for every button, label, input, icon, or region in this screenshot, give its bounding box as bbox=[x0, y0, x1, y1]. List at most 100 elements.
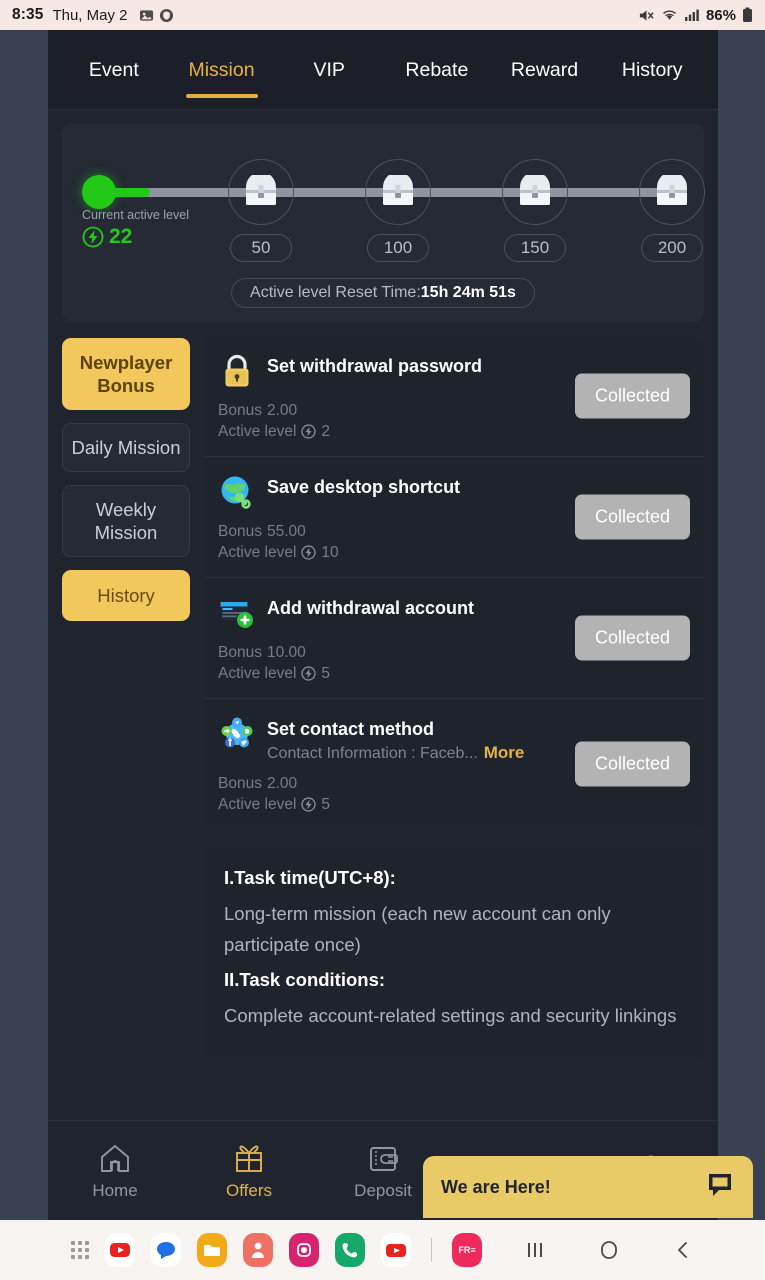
mission-icon-wrap bbox=[218, 594, 256, 632]
instagram-icon[interactable] bbox=[289, 1233, 319, 1267]
lightning-bolt-icon bbox=[301, 666, 317, 681]
collect-button[interactable]: Collected bbox=[574, 741, 690, 787]
status-time: 8:35 bbox=[12, 6, 44, 23]
treasure-chest-icon bbox=[520, 175, 550, 205]
milestone-value: 100 bbox=[367, 234, 429, 262]
current-level-block: Current active level 22 bbox=[82, 208, 189, 249]
bonus-label: Bonus bbox=[218, 644, 262, 661]
milestone-50[interactable]: 50 bbox=[228, 159, 294, 262]
status-right: 86% bbox=[638, 7, 753, 24]
contacts-icon[interactable] bbox=[243, 1233, 273, 1267]
back-button[interactable] bbox=[672, 1239, 694, 1261]
nav-offers[interactable]: Offers bbox=[182, 1140, 316, 1201]
chat-widget-text: We are Here! bbox=[441, 1176, 551, 1197]
sidebar-item-newplayer-bonus[interactable]: Newplayer Bonus bbox=[62, 338, 190, 410]
mission-content-row: Newplayer Bonus Daily Mission Weekly Mis… bbox=[62, 336, 704, 829]
milestone-value: 50 bbox=[230, 234, 292, 262]
home-button[interactable] bbox=[598, 1239, 620, 1261]
sidebar-item-weekly-mission[interactable]: Weekly Mission bbox=[62, 485, 190, 557]
nav-home[interactable]: Home bbox=[48, 1140, 182, 1201]
sidebar-item-history[interactable]: History bbox=[62, 570, 190, 621]
tab-reward[interactable]: Reward bbox=[491, 30, 599, 110]
battery-icon bbox=[743, 7, 752, 22]
current-level-value-row: 22 bbox=[82, 225, 189, 249]
task-conditions-heading: II.Task conditions: bbox=[224, 969, 386, 990]
treasure-chest-icon bbox=[657, 175, 687, 205]
status-notification-icons bbox=[139, 8, 174, 23]
sidebar-item-daily-mission[interactable]: Daily Mission bbox=[62, 423, 190, 472]
top-tab-bar: Event Mission VIP Rebate Reward History bbox=[48, 30, 718, 110]
phone-icon[interactable] bbox=[335, 1233, 365, 1267]
apps-grid-icon[interactable] bbox=[71, 1241, 89, 1259]
mute-icon bbox=[639, 9, 654, 21]
task-description-panel: I.Task time(UTC+8): Long-term mission (e… bbox=[204, 843, 704, 1062]
task-time-text: Long-term mission (each new account can … bbox=[224, 903, 611, 955]
level-label: Active level bbox=[218, 423, 297, 440]
youtube-icon[interactable] bbox=[381, 1233, 411, 1267]
mission-level-line: Active level 5 bbox=[218, 794, 690, 815]
free-icon[interactable]: FR≡ bbox=[452, 1233, 482, 1267]
lock-icon bbox=[225, 354, 249, 387]
collect-button[interactable]: Collected bbox=[574, 373, 690, 419]
level-label: Active level bbox=[218, 665, 297, 682]
milestone-200[interactable]: 200 bbox=[639, 159, 705, 262]
phone-screen: 8:35 Thu, May 2 86% Event Mission VIP Re… bbox=[0, 0, 765, 1280]
lightning-bolt-icon bbox=[301, 797, 317, 812]
current-level-label: Current active level bbox=[82, 208, 189, 222]
tab-mission[interactable]: Mission bbox=[168, 30, 276, 110]
tab-history[interactable]: History bbox=[598, 30, 706, 110]
live-chat-widget[interactable]: We are Here! bbox=[423, 1156, 753, 1218]
bonus-label: Bonus bbox=[218, 402, 262, 419]
gift-icon bbox=[232, 1140, 266, 1176]
chest-circle bbox=[502, 159, 568, 225]
contact-social-icon bbox=[221, 717, 253, 748]
treasure-chest-icon bbox=[246, 175, 276, 205]
status-date: Thu, May 2 bbox=[52, 6, 128, 24]
mission-card: Save desktop shortcut Bonus 55.00 Active… bbox=[204, 457, 704, 578]
youtube-music-icon[interactable] bbox=[105, 1233, 135, 1267]
tab-event[interactable]: Event bbox=[60, 30, 168, 110]
dock-apps: FR≡ bbox=[71, 1233, 482, 1267]
scroll-body: 50 100 150 200 Current active level 22 A… bbox=[48, 124, 718, 1062]
milestone-100[interactable]: 100 bbox=[365, 159, 431, 262]
nav-home-label: Home bbox=[92, 1181, 138, 1200]
image-icon bbox=[140, 9, 154, 21]
mission-level-line: Active level 10 bbox=[218, 542, 690, 563]
dock-divider bbox=[431, 1238, 432, 1262]
milestone-150[interactable]: 150 bbox=[502, 159, 568, 262]
mission-card: Add withdrawal account Bonus 10.00 Activ… bbox=[204, 578, 704, 699]
level-value: 5 bbox=[321, 665, 331, 682]
reset-timer-pill: Active level Reset Time:15h 24m 51s bbox=[231, 278, 535, 308]
messages-icon[interactable] bbox=[151, 1233, 181, 1267]
mission-card: Set withdrawal password Bonus 2.00 Activ… bbox=[204, 336, 704, 457]
collect-button[interactable]: Collected bbox=[574, 615, 690, 661]
battery-percent: 86% bbox=[705, 6, 736, 24]
lightning-bolt-icon bbox=[301, 424, 317, 439]
level-value: 5 bbox=[321, 796, 331, 813]
milestone-value: 200 bbox=[641, 234, 703, 262]
collect-button[interactable]: Collected bbox=[574, 494, 690, 540]
mission-category-sidebar: Newplayer Bonus Daily Mission Weekly Mis… bbox=[62, 336, 190, 829]
progress-track: 50 100 150 200 Current active level 22 bbox=[82, 146, 705, 262]
task-conditions-text: Complete account-related settings and se… bbox=[224, 1005, 677, 1026]
mission-icon-wrap bbox=[218, 473, 256, 511]
mission-level-line: Active level 2 bbox=[218, 421, 690, 442]
bonus-value: 2.00 bbox=[266, 775, 298, 792]
mission-card: Set contact method Contact Information :… bbox=[204, 699, 704, 829]
lightning-bolt-icon bbox=[301, 545, 317, 560]
more-link[interactable]: More bbox=[484, 743, 525, 763]
mission-level-line: Active level 5 bbox=[218, 663, 690, 684]
chest-circle bbox=[228, 159, 294, 225]
current-level-number: 22 bbox=[109, 225, 133, 248]
tab-rebate[interactable]: Rebate bbox=[383, 30, 491, 110]
recents-button[interactable] bbox=[524, 1240, 546, 1260]
task-time-heading: I.Task time(UTC+8): bbox=[224, 867, 396, 888]
current-level-dot bbox=[82, 175, 116, 209]
chest-circle bbox=[365, 159, 431, 225]
chat-bubble-icon bbox=[705, 1170, 735, 1205]
tab-vip[interactable]: VIP bbox=[275, 30, 383, 110]
wallet-icon bbox=[366, 1140, 400, 1176]
nav-offers-label: Offers bbox=[226, 1181, 272, 1200]
files-icon[interactable] bbox=[197, 1233, 227, 1267]
bonus-label: Bonus bbox=[218, 775, 262, 792]
